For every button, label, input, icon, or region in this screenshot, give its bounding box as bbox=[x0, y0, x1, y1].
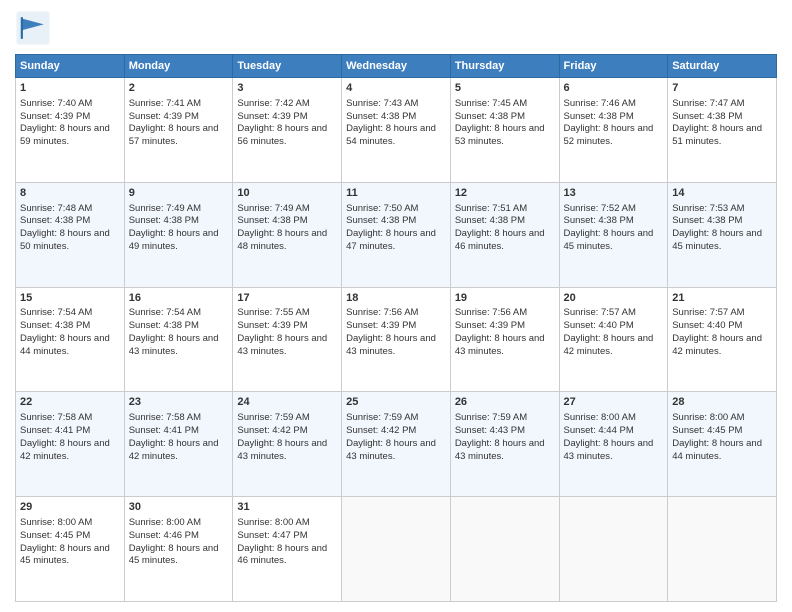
day-number: 9 bbox=[129, 186, 229, 201]
day-number: 30 bbox=[129, 500, 229, 515]
calendar-cell: 21Sunrise: 7:57 AMSunset: 4:40 PMDayligh… bbox=[668, 287, 777, 392]
day-number: 18 bbox=[346, 291, 446, 306]
calendar-cell bbox=[559, 497, 668, 602]
day-number: 24 bbox=[237, 395, 337, 410]
calendar-cell: 8Sunrise: 7:48 AMSunset: 4:38 PMDaylight… bbox=[16, 182, 125, 287]
day-header-wednesday: Wednesday bbox=[342, 55, 451, 78]
logo bbox=[15, 10, 55, 46]
calendar-cell: 6Sunrise: 7:46 AMSunset: 4:38 PMDaylight… bbox=[559, 78, 668, 183]
calendar-cell: 26Sunrise: 7:59 AMSunset: 4:43 PMDayligh… bbox=[450, 392, 559, 497]
day-number: 1 bbox=[20, 81, 120, 96]
calendar-cell: 20Sunrise: 7:57 AMSunset: 4:40 PMDayligh… bbox=[559, 287, 668, 392]
day-number: 20 bbox=[564, 291, 664, 306]
day-number: 5 bbox=[455, 81, 555, 96]
day-number: 14 bbox=[672, 186, 772, 201]
calendar-cell: 4Sunrise: 7:43 AMSunset: 4:38 PMDaylight… bbox=[342, 78, 451, 183]
day-number: 15 bbox=[20, 291, 120, 306]
calendar-cell: 14Sunrise: 7:53 AMSunset: 4:38 PMDayligh… bbox=[668, 182, 777, 287]
calendar-cell: 13Sunrise: 7:52 AMSunset: 4:38 PMDayligh… bbox=[559, 182, 668, 287]
logo-icon bbox=[15, 10, 51, 46]
day-number: 13 bbox=[564, 186, 664, 201]
calendar-cell: 9Sunrise: 7:49 AMSunset: 4:38 PMDaylight… bbox=[124, 182, 233, 287]
calendar-header-row: SundayMondayTuesdayWednesdayThursdayFrid… bbox=[16, 55, 777, 78]
day-number: 7 bbox=[672, 81, 772, 96]
calendar-cell: 30Sunrise: 8:00 AMSunset: 4:46 PMDayligh… bbox=[124, 497, 233, 602]
page: SundayMondayTuesdayWednesdayThursdayFrid… bbox=[0, 0, 792, 612]
calendar-week-row: 8Sunrise: 7:48 AMSunset: 4:38 PMDaylight… bbox=[16, 182, 777, 287]
calendar-cell: 12Sunrise: 7:51 AMSunset: 4:38 PMDayligh… bbox=[450, 182, 559, 287]
day-header-monday: Monday bbox=[124, 55, 233, 78]
day-number: 16 bbox=[129, 291, 229, 306]
calendar-week-row: 15Sunrise: 7:54 AMSunset: 4:38 PMDayligh… bbox=[16, 287, 777, 392]
day-number: 21 bbox=[672, 291, 772, 306]
day-number: 25 bbox=[346, 395, 446, 410]
day-number: 22 bbox=[20, 395, 120, 410]
day-number: 11 bbox=[346, 186, 446, 201]
calendar-cell: 27Sunrise: 8:00 AMSunset: 4:44 PMDayligh… bbox=[559, 392, 668, 497]
day-number: 19 bbox=[455, 291, 555, 306]
day-number: 23 bbox=[129, 395, 229, 410]
day-number: 27 bbox=[564, 395, 664, 410]
calendar-week-row: 22Sunrise: 7:58 AMSunset: 4:41 PMDayligh… bbox=[16, 392, 777, 497]
calendar-cell: 3Sunrise: 7:42 AMSunset: 4:39 PMDaylight… bbox=[233, 78, 342, 183]
day-header-friday: Friday bbox=[559, 55, 668, 78]
day-header-sunday: Sunday bbox=[16, 55, 125, 78]
calendar-cell: 24Sunrise: 7:59 AMSunset: 4:42 PMDayligh… bbox=[233, 392, 342, 497]
calendar-cell: 5Sunrise: 7:45 AMSunset: 4:38 PMDaylight… bbox=[450, 78, 559, 183]
header bbox=[15, 10, 777, 46]
calendar-cell: 11Sunrise: 7:50 AMSunset: 4:38 PMDayligh… bbox=[342, 182, 451, 287]
day-number: 26 bbox=[455, 395, 555, 410]
day-number: 4 bbox=[346, 81, 446, 96]
day-header-thursday: Thursday bbox=[450, 55, 559, 78]
calendar-cell bbox=[342, 497, 451, 602]
calendar-cell: 10Sunrise: 7:49 AMSunset: 4:38 PMDayligh… bbox=[233, 182, 342, 287]
calendar-cell: 18Sunrise: 7:56 AMSunset: 4:39 PMDayligh… bbox=[342, 287, 451, 392]
day-number: 17 bbox=[237, 291, 337, 306]
day-header-saturday: Saturday bbox=[668, 55, 777, 78]
calendar-cell: 15Sunrise: 7:54 AMSunset: 4:38 PMDayligh… bbox=[16, 287, 125, 392]
day-number: 8 bbox=[20, 186, 120, 201]
calendar-week-row: 1Sunrise: 7:40 AMSunset: 4:39 PMDaylight… bbox=[16, 78, 777, 183]
day-header-tuesday: Tuesday bbox=[233, 55, 342, 78]
calendar-cell: 17Sunrise: 7:55 AMSunset: 4:39 PMDayligh… bbox=[233, 287, 342, 392]
day-number: 3 bbox=[237, 81, 337, 96]
day-number: 12 bbox=[455, 186, 555, 201]
calendar-week-row: 29Sunrise: 8:00 AMSunset: 4:45 PMDayligh… bbox=[16, 497, 777, 602]
calendar-cell: 29Sunrise: 8:00 AMSunset: 4:45 PMDayligh… bbox=[16, 497, 125, 602]
calendar-cell: 7Sunrise: 7:47 AMSunset: 4:38 PMDaylight… bbox=[668, 78, 777, 183]
calendar-cell: 23Sunrise: 7:58 AMSunset: 4:41 PMDayligh… bbox=[124, 392, 233, 497]
calendar-cell: 28Sunrise: 8:00 AMSunset: 4:45 PMDayligh… bbox=[668, 392, 777, 497]
calendar-cell bbox=[668, 497, 777, 602]
calendar-body: 1Sunrise: 7:40 AMSunset: 4:39 PMDaylight… bbox=[16, 78, 777, 602]
calendar-table: SundayMondayTuesdayWednesdayThursdayFrid… bbox=[15, 54, 777, 602]
day-number: 28 bbox=[672, 395, 772, 410]
calendar-cell: 1Sunrise: 7:40 AMSunset: 4:39 PMDaylight… bbox=[16, 78, 125, 183]
day-number: 31 bbox=[237, 500, 337, 515]
day-number: 29 bbox=[20, 500, 120, 515]
calendar-cell: 31Sunrise: 8:00 AMSunset: 4:47 PMDayligh… bbox=[233, 497, 342, 602]
calendar-cell bbox=[450, 497, 559, 602]
day-number: 10 bbox=[237, 186, 337, 201]
calendar-cell: 25Sunrise: 7:59 AMSunset: 4:42 PMDayligh… bbox=[342, 392, 451, 497]
day-number: 6 bbox=[564, 81, 664, 96]
calendar-cell: 22Sunrise: 7:58 AMSunset: 4:41 PMDayligh… bbox=[16, 392, 125, 497]
day-number: 2 bbox=[129, 81, 229, 96]
calendar-cell: 19Sunrise: 7:56 AMSunset: 4:39 PMDayligh… bbox=[450, 287, 559, 392]
calendar-cell: 16Sunrise: 7:54 AMSunset: 4:38 PMDayligh… bbox=[124, 287, 233, 392]
calendar-cell: 2Sunrise: 7:41 AMSunset: 4:39 PMDaylight… bbox=[124, 78, 233, 183]
